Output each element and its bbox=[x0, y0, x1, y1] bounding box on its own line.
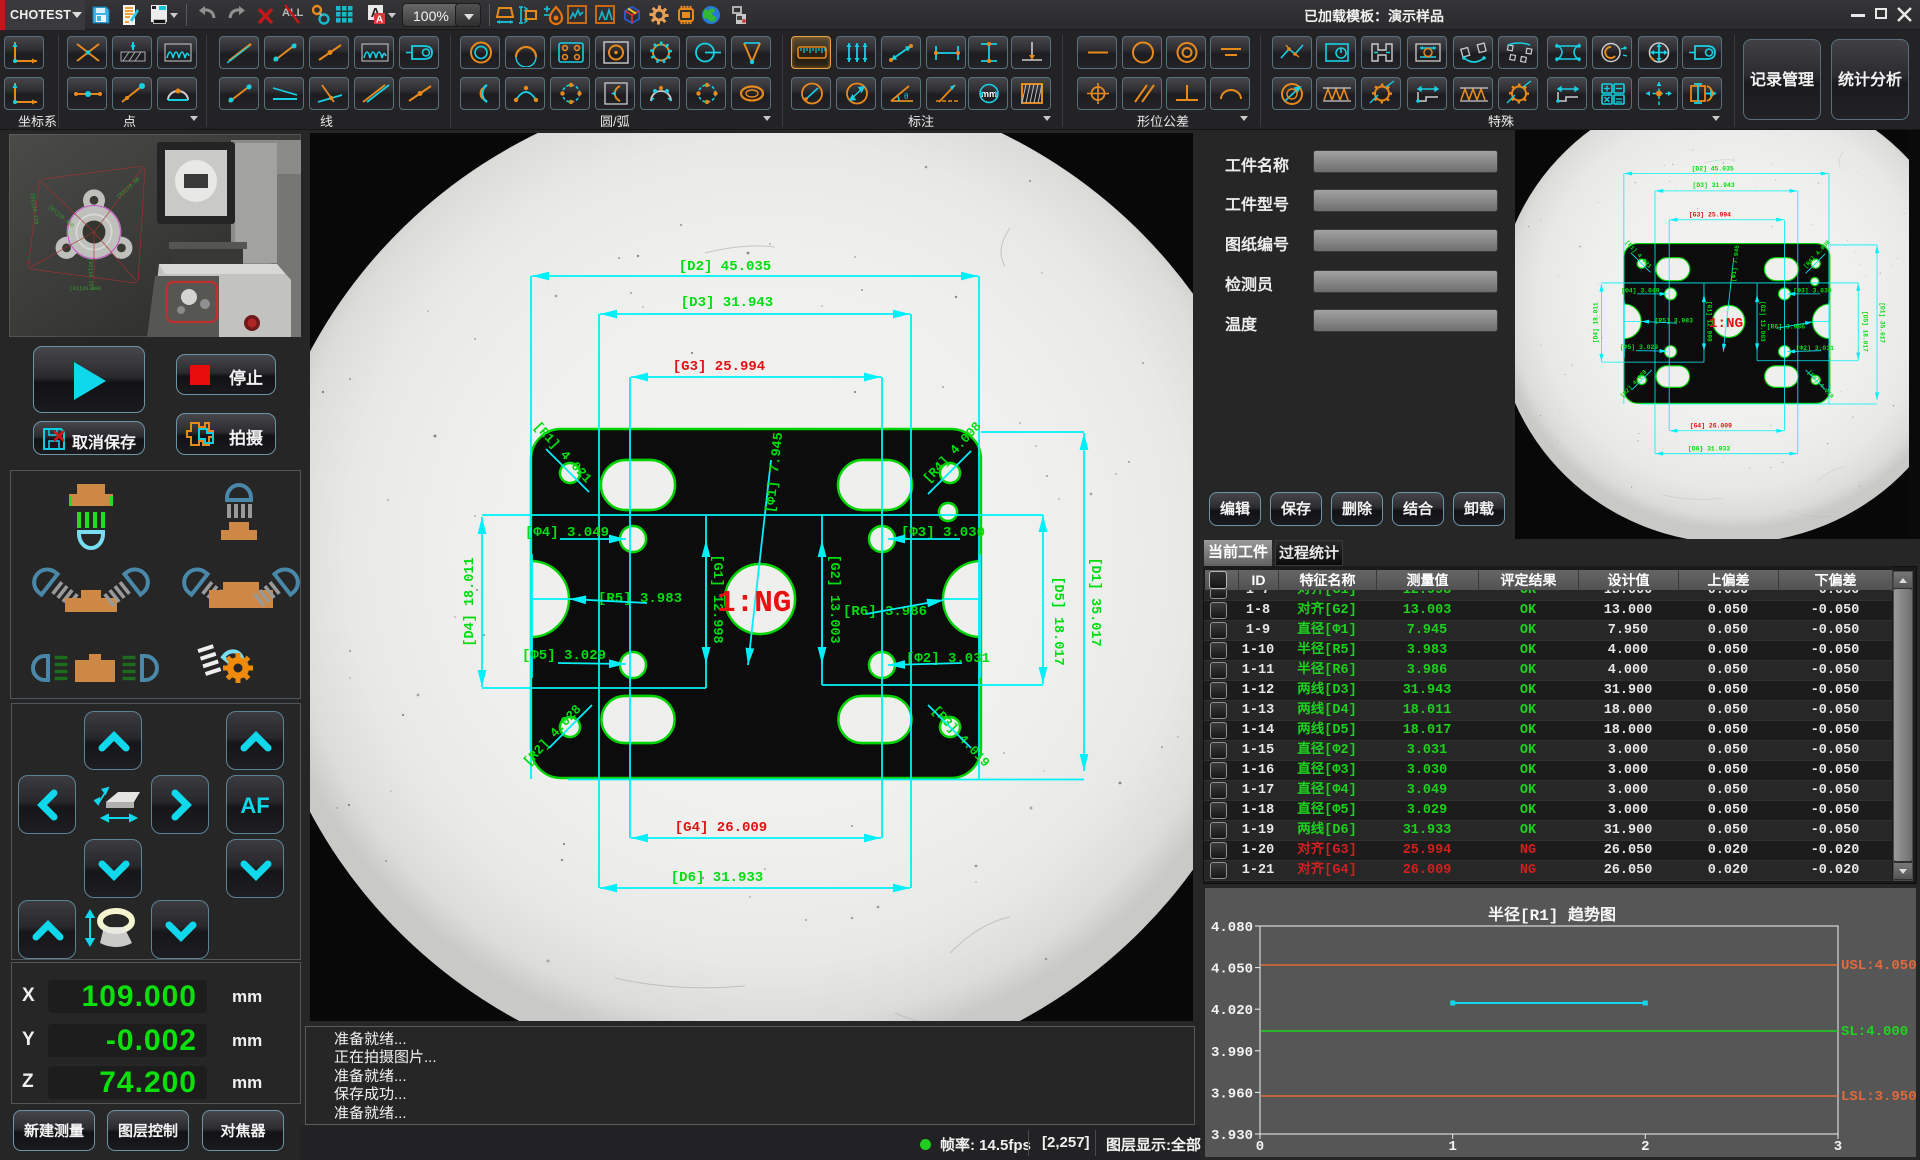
svg-text:1: 1 bbox=[1448, 1139, 1456, 1155]
svg-text:LSL:3.950: LSL:3.950 bbox=[1841, 1089, 1916, 1105]
svg-text:4.020: 4.020 bbox=[1211, 1003, 1253, 1019]
svg-text:4.080: 4.080 bbox=[1211, 920, 1253, 936]
svg-text:[X1]26.306: [X1]26.306 bbox=[69, 286, 101, 292]
svg-text:3.990: 3.990 bbox=[1211, 1045, 1253, 1061]
svg-text:mm: mm bbox=[981, 89, 997, 99]
svg-text:A: A bbox=[376, 15, 383, 26]
svg-text:0: 0 bbox=[1256, 1139, 1264, 1155]
svg-text:2: 2 bbox=[1641, 1139, 1649, 1155]
svg-text:USL:4.050: USL:4.050 bbox=[1841, 958, 1916, 974]
svg-text:4.050: 4.050 bbox=[1211, 962, 1253, 978]
svg-text:3: 3 bbox=[1834, 1139, 1842, 1155]
svg-text:3.930: 3.930 bbox=[1211, 1128, 1253, 1144]
svg-text:SL:4.000: SL:4.000 bbox=[1841, 1024, 1908, 1040]
svg-text:3.960: 3.960 bbox=[1211, 1086, 1253, 1102]
svg-text:θ: θ bbox=[904, 92, 909, 101]
